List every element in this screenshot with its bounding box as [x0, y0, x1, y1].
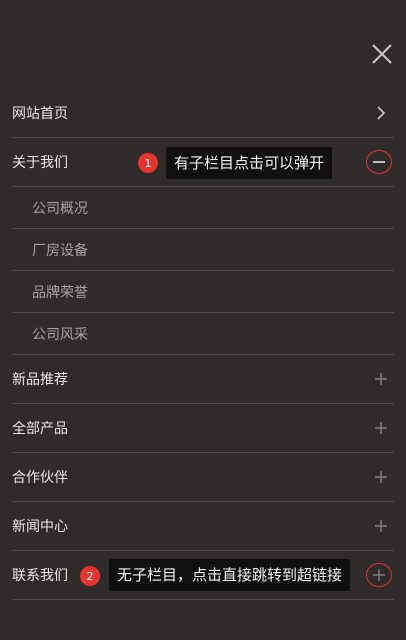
- submenu-item-factory-equipment[interactable]: 厂房设备: [12, 229, 394, 271]
- chevron-right-icon[interactable]: [372, 104, 390, 122]
- minus-icon[interactable]: [372, 155, 386, 169]
- menu-item-label: 新闻中心: [12, 519, 68, 535]
- side-menu: 网站首页 关于我们 1 有子栏目点击可以弹开 公司概况 厂房设备 品牌荣誉 公司…: [12, 88, 394, 600]
- submenu-item-company-style[interactable]: 公司风采: [12, 313, 394, 355]
- submenu-item-company-overview[interactable]: 公司概况: [12, 187, 394, 229]
- menu-item-label: 网站首页: [12, 105, 68, 122]
- annotation-tooltip-1: 有子栏目点击可以弹开: [166, 147, 333, 179]
- submenu-item-label: 公司概况: [32, 200, 88, 217]
- annotation-tooltip-2: 无子栏目，点击直接跳转到超链接: [109, 559, 351, 591]
- annotation-badge-2: 2: [80, 566, 100, 586]
- menu-item-label: 合作伙伴: [12, 470, 68, 486]
- plus-icon[interactable]: [372, 419, 390, 437]
- menu-item-new-products[interactable]: 新品推荐: [12, 355, 394, 404]
- plus-icon[interactable]: [372, 370, 390, 388]
- submenu-item-label: 公司风采: [32, 326, 88, 343]
- annotation-highlight-circle: [366, 563, 392, 587]
- plus-icon[interactable]: [372, 517, 390, 535]
- plus-icon[interactable]: [372, 568, 386, 582]
- menu-item-home[interactable]: 网站首页: [12, 88, 394, 138]
- menu-item-partners[interactable]: 合作伙伴: [12, 453, 394, 502]
- submenu-item-label: 厂房设备: [32, 242, 88, 259]
- close-icon[interactable]: [370, 42, 394, 66]
- submenu-item-brand-honors[interactable]: 品牌荣誉: [12, 271, 394, 313]
- menu-item-about[interactable]: 关于我们 1 有子栏目点击可以弹开: [12, 138, 394, 187]
- menu-item-news[interactable]: 新闻中心: [12, 502, 394, 551]
- annotation-badge-1: 1: [138, 153, 158, 173]
- submenu-item-label: 品牌荣誉: [32, 284, 88, 301]
- menu-item-contact[interactable]: 联系我们 2 无子栏目，点击直接跳转到超链接: [12, 551, 394, 600]
- menu-item-label: 新品推荐: [12, 372, 68, 388]
- menu-item-all-products[interactable]: 全部产品: [12, 404, 394, 453]
- menu-item-label: 联系我们: [12, 568, 68, 584]
- annotation-highlight-circle: [366, 150, 392, 174]
- plus-icon[interactable]: [372, 468, 390, 486]
- menu-item-label: 全部产品: [12, 421, 68, 437]
- menu-item-label: 关于我们: [12, 155, 68, 171]
